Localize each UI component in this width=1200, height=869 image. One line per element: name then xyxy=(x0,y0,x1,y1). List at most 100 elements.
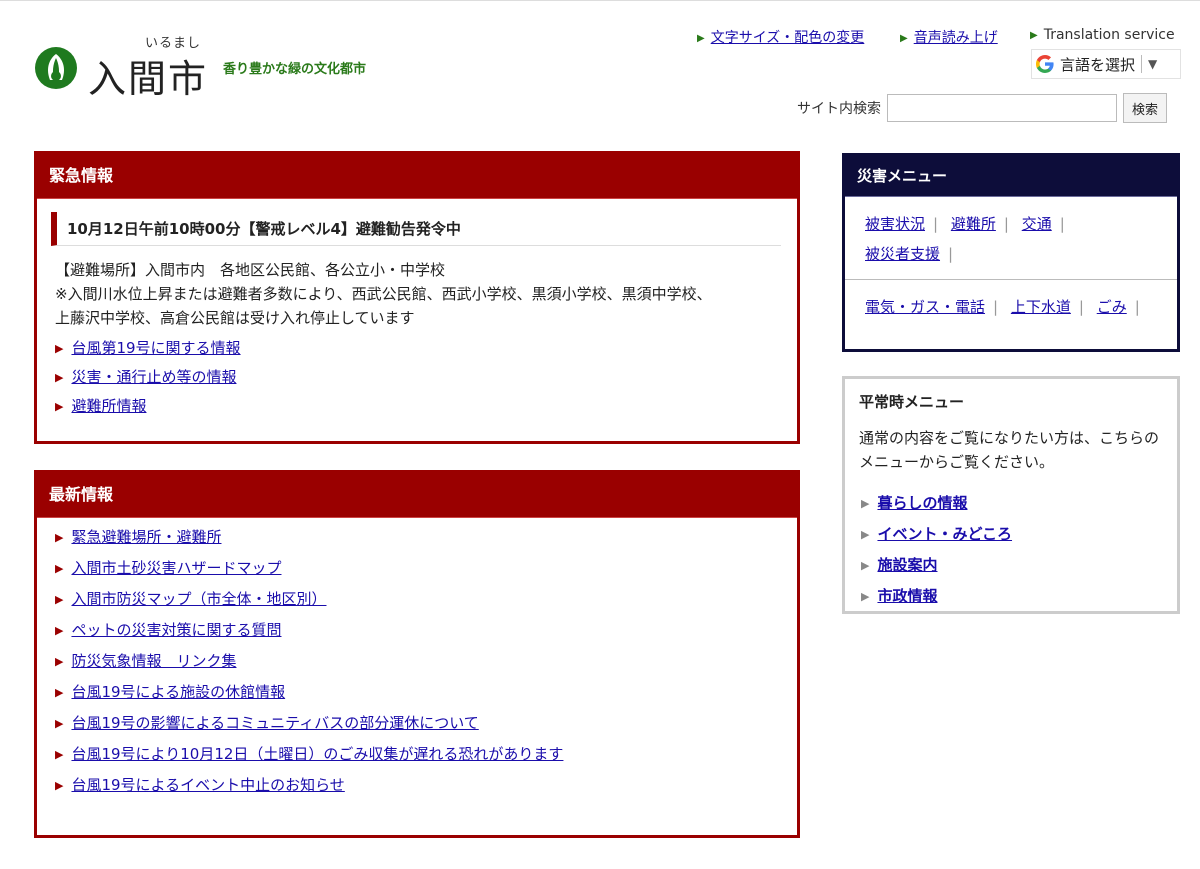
normal-menu-links: ▶ 暮らしの情報 ▶ イベント・みどころ ▶ 施設案内 ▶ 市政情報 xyxy=(861,488,1177,612)
divider: | xyxy=(933,215,939,233)
util-font-color: ▶ 文字サイズ・配色の変更 xyxy=(697,27,864,47)
damage-status-link[interactable]: 被害状況 xyxy=(865,215,925,233)
language-select[interactable]: 言語を選択 ▼ xyxy=(1031,49,1181,79)
list-item: ▶ 暮らしの情報 xyxy=(861,488,1177,519)
list-item: ▶ 台風19号によるイベント中止のお知らせ xyxy=(55,770,797,801)
triangle-right-icon: ▶ xyxy=(1030,30,1038,41)
divider: | xyxy=(1078,298,1084,316)
search-input[interactable] xyxy=(887,94,1117,122)
triangle-right-icon: ▶ xyxy=(55,371,64,384)
living-info-link[interactable]: 暮らしの情報 xyxy=(877,494,967,512)
water-sewer-link[interactable]: 上下水道 xyxy=(1011,298,1071,316)
triangle-right-icon: ▶ xyxy=(55,717,64,730)
shelter-link[interactable]: 避難所 xyxy=(951,215,996,233)
triangle-right-icon: ▶ xyxy=(55,531,64,544)
list-item: ▶ 入間市土砂災害ハザードマップ xyxy=(55,553,797,584)
list-item: ▶ 防災気象情報 リンク集 xyxy=(55,646,797,677)
list-item: ▶ 台風19号による施設の休館情報 xyxy=(55,677,797,708)
disaster-menu: 災害メニュー 被害状況 | 避難所 | 交通 | 被災者支援 | 電気・ガス・電話 | 上… xyxy=(842,153,1180,352)
triangle-right-icon: ▶ xyxy=(55,655,64,668)
normal-menu-description: 通常の内容をご覧になりたい方は、こちらのメニューからご覧ください。 xyxy=(859,429,1160,471)
city-government-link[interactable]: 市政情報 xyxy=(877,587,937,605)
emergency-links: ▶ 台風第19号に関する情報 ▶ 災害・通行止め等の情報 ▶ 避難所情報 xyxy=(55,334,797,421)
divider: | xyxy=(1134,298,1140,316)
disaster-menu-heading: 災害メニュー xyxy=(845,156,1177,197)
alert-body-line: ※入間川水位上昇または避難者多数により、西武公民館、西武小学校、黒須小学校、黒須… xyxy=(55,285,712,303)
shelter-info-link[interactable]: 避難所情報 xyxy=(71,397,146,415)
list-item: ▶ イベント・みどころ xyxy=(861,519,1177,550)
disaster-menu-row: 電気・ガス・電話 | 上下水道 | ごみ | xyxy=(845,280,1177,332)
site-logo[interactable]: いるまし 入間市 香り豊かな緑の文化都市 xyxy=(30,30,450,101)
latest-link[interactable]: 台風19号により10月12日（土曜日）のごみ収集が遅れる恐れがあります xyxy=(71,745,563,763)
divider: | xyxy=(993,298,999,316)
garbage-link[interactable]: ごみ xyxy=(1097,298,1127,316)
latest-link[interactable]: 入間市土砂災害ハザードマップ xyxy=(71,559,281,577)
voice-reading-link[interactable]: 音声読み上げ xyxy=(914,30,998,46)
divider xyxy=(1141,55,1143,73)
triangle-right-icon: ▶ xyxy=(55,686,64,699)
triangle-right-icon: ▶ xyxy=(55,748,64,761)
search-button[interactable]: 検索 xyxy=(1123,93,1168,123)
alert-title: 10月12日午前10時00分【警戒レベル4】避難勧告発令中 xyxy=(51,212,781,246)
alert-body: 【避難場所】入間市内 各地区公民館、各公立小・中学校 ※入間川水位上昇または避難… xyxy=(55,258,781,330)
utilities-link[interactable]: 電気・ガス・電話 xyxy=(865,298,985,316)
top-border xyxy=(0,0,1200,1)
divider: | xyxy=(1059,215,1065,233)
triangle-right-icon: ▶ xyxy=(55,342,64,355)
triangle-right-icon: ▶ xyxy=(900,33,908,44)
list-item: ▶ 施設案内 xyxy=(861,550,1177,581)
logo-tagline: 香り豊かな緑の文化都市 xyxy=(223,62,367,77)
list-item: ▶ 台風19号の影響によるコミュニティバスの部分運休について xyxy=(55,708,797,739)
latest-links: ▶ 緊急避難場所・避難所 ▶ 入間市土砂災害ハザードマップ ▶ 入間市防災マップ（市全… xyxy=(55,522,797,801)
alert-body-line: 上藤沢中学校、高倉公民館は受け入れ停止しています xyxy=(55,309,415,327)
normal-menu-heading: 平常時メニュー xyxy=(859,393,965,411)
logo-name: 入間市 xyxy=(88,57,209,101)
list-item: ▶ ペットの災害対策に関する質問 xyxy=(55,615,797,646)
latest-link[interactable]: 緊急避難場所・避難所 xyxy=(71,528,221,546)
triangle-right-icon: ▶ xyxy=(55,562,64,575)
translation-label: Translation service xyxy=(1043,27,1175,43)
divider: | xyxy=(1003,215,1009,233)
list-item: ▶ 災害・通行止め等の情報 xyxy=(55,363,797,392)
city-emblem-icon xyxy=(35,47,77,89)
list-item: ▶ 台風第19号に関する情報 xyxy=(55,334,797,363)
triangle-right-icon: ▶ xyxy=(861,590,870,603)
triangle-right-icon: ▶ xyxy=(55,624,64,637)
triangle-right-icon: ▶ xyxy=(55,593,64,606)
latest-link[interactable]: 台風19号による施設の休館情報 xyxy=(71,683,285,701)
latest-link[interactable]: 台風19号によるイベント中止のお知らせ xyxy=(71,776,344,794)
latest-link[interactable]: 防災気象情報 リンク集 xyxy=(71,652,236,670)
google-icon xyxy=(1036,55,1054,73)
emergency-heading: 緊急情報 xyxy=(37,154,797,199)
list-item: ▶ 避難所情報 xyxy=(55,392,797,421)
facilities-link[interactable]: 施設案内 xyxy=(877,556,937,574)
traffic-link[interactable]: 交通 xyxy=(1022,215,1052,233)
latest-link[interactable]: ペットの災害対策に関する質問 xyxy=(71,621,281,639)
normal-menu: 平常時メニュー 通常の内容をご覧になりたい方は、こちらのメニューからご覧ください… xyxy=(842,376,1180,614)
site-search: サイト内検索 検索 xyxy=(797,92,1168,124)
latest-heading: 最新情報 xyxy=(37,473,797,518)
dropdown-arrow-icon: ▼ xyxy=(1148,57,1158,71)
events-link[interactable]: イベント・みどころ xyxy=(877,525,1012,543)
language-select-label: 言語を選択 xyxy=(1060,55,1136,74)
list-item: ▶ 緊急避難場所・避難所 xyxy=(55,522,797,553)
font-size-color-link[interactable]: 文字サイズ・配色の変更 xyxy=(711,30,865,46)
triangle-right-icon: ▶ xyxy=(861,497,870,510)
latest-link[interactable]: 台風19号の影響によるコミュニティバスの部分運休について xyxy=(71,714,478,732)
triangle-right-icon: ▶ xyxy=(697,33,705,44)
util-translation: ▶ Translation service xyxy=(1030,27,1175,43)
road-closure-info-link[interactable]: 災害・通行止め等の情報 xyxy=(71,368,236,386)
util-voice: ▶ 音声読み上げ xyxy=(900,27,998,47)
triangle-right-icon: ▶ xyxy=(55,400,64,413)
latest-link[interactable]: 入間市防災マップ（市全体・地区別） xyxy=(71,590,326,608)
list-item: ▶ 台風19号により10月12日（土曜日）のごみ収集が遅れる恐れがあります xyxy=(55,739,797,770)
divider: | xyxy=(948,245,954,263)
latest-panel: 最新情報 ▶ 緊急避難場所・避難所 ▶ 入間市土砂災害ハザードマップ ▶ 入間市防災マ… xyxy=(34,470,800,838)
list-item: ▶ 入間市防災マップ（市全体・地区別） xyxy=(55,584,797,615)
disaster-menu-row: 被害状況 | 避難所 | 交通 | 被災者支援 | xyxy=(845,197,1177,279)
victim-support-link[interactable]: 被災者支援 xyxy=(865,245,940,263)
emergency-panel: 緊急情報 10月12日午前10時00分【警戒レベル4】避難勧告発令中 【避難場所… xyxy=(34,151,800,444)
alert-body-line: 【避難場所】入間市内 各地区公民館、各公立小・中学校 xyxy=(55,261,446,279)
triangle-right-icon: ▶ xyxy=(861,559,870,572)
typhoon-19-info-link[interactable]: 台風第19号に関する情報 xyxy=(71,339,240,357)
